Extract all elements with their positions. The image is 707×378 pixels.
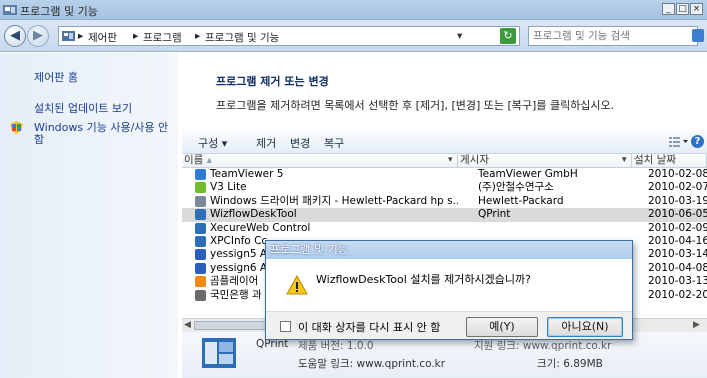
task-windows-features-cont[interactable]: 함 xyxy=(34,131,44,147)
title-bar: 프로그램 및 기능 _ □ × xyxy=(0,0,707,20)
program-icon xyxy=(195,289,206,301)
no-button[interactable]: 아니요(N) xyxy=(547,317,623,337)
program-icon xyxy=(195,209,206,221)
control-panel-icon xyxy=(62,30,75,45)
page-title: 프로그램 제거 또는 변경 xyxy=(216,75,329,88)
breadcrumb-separator: ▸ xyxy=(195,30,201,42)
task-windows-features[interactable]: Windows 기능 사용/사용 안 xyxy=(34,119,168,135)
uninstall-button[interactable]: 제거 xyxy=(256,135,276,151)
search-box[interactable] xyxy=(528,26,698,46)
window-title: 프로그램 및 기능 xyxy=(20,5,98,18)
confirm-dialog: 프로그램 및 기능 WizflowDeskTool 설치를 제거하시겠습니까? … xyxy=(265,240,633,340)
warning-icon xyxy=(286,274,308,298)
breadcrumb-programs-features[interactable]: 프로그램 및 기능 xyxy=(205,30,279,45)
table-row[interactable]: Windows 드라이버 패키지 - Hewlett-Packard hp s.… xyxy=(182,195,707,208)
cell-name: V3 Lite xyxy=(210,181,247,194)
cell-install-date: 2010-03-14 xyxy=(648,248,707,261)
cell-install-date: 2010-06-05 xyxy=(648,208,707,221)
back-button[interactable]: ◀ xyxy=(4,25,26,47)
program-icon xyxy=(195,222,206,234)
breadcrumb[interactable]: ▸ 제어판 ▸ 프로그램 ▸ 프로그램 및 기능 ▾ xyxy=(58,26,520,46)
dialog-body: WizflowDeskTool 설치를 제거하시겠습니까? xyxy=(266,259,632,311)
column-header-name[interactable]: 이름 ▴ ▾ xyxy=(182,154,458,168)
cell-install-date: 2010-03-13 xyxy=(648,275,707,288)
organize-button[interactable]: 구성 ▾ xyxy=(198,135,227,151)
table-row[interactable]: XecureWeb Control 2010-02-09 xyxy=(182,222,707,235)
cell-name: WizflowDeskTool xyxy=(210,208,297,221)
address-bar: ◀ ▶ ▸ 제어판 ▸ 프로그램 ▸ 프로그램 및 기능 ▾ ↻ xyxy=(0,20,707,52)
cell-install-date: 2010-02-20 xyxy=(648,288,707,301)
dialog-message: WizflowDeskTool 설치를 제거하시겠습니까? xyxy=(316,273,531,286)
program-icon xyxy=(195,262,206,274)
cell-name: XecureWeb Control xyxy=(210,221,311,234)
cell-install-date: 2010-02-09 xyxy=(648,221,707,234)
program-icon xyxy=(195,236,206,247)
cell-install-date: 2010-04-08 xyxy=(648,261,707,274)
cell-name: Windows 드라이버 패키지 - Hewlett-Packard hp s.… xyxy=(210,194,458,207)
table-row[interactable]: TeamViewer 5 TeamViewer GmbH 2010-02-08 xyxy=(182,168,707,181)
programs-window-icon xyxy=(3,3,17,16)
repair-button[interactable]: 복구 xyxy=(324,135,344,151)
cell-publisher: QPrint xyxy=(478,208,511,221)
column-header-install-date[interactable]: ▾ 설치 날짜 xyxy=(622,154,707,168)
program-large-icon xyxy=(202,336,236,373)
task-view-installed-updates[interactable]: 설치된 업데이트 보기 xyxy=(34,100,132,116)
program-icon xyxy=(195,182,206,194)
view-options-icon[interactable] xyxy=(669,136,689,151)
details-version: 제품 버전: 1.0.0 xyxy=(298,340,374,352)
program-icon xyxy=(195,195,206,207)
dialog-title: 프로그램 및 기능 xyxy=(266,241,632,259)
shield-icon xyxy=(10,121,23,137)
breadcrumb-separator: ▸ xyxy=(78,30,84,42)
yes-button[interactable]: 예(Y) xyxy=(466,317,538,337)
minimize-button[interactable]: _ xyxy=(662,3,675,15)
breadcrumb-separator: ▸ xyxy=(133,30,139,42)
dont-show-label: 이 대화 상자를 다시 표시 안 함 xyxy=(298,321,441,334)
address-dropdown-icon[interactable]: ▾ xyxy=(457,30,462,42)
cell-install-date: 2010-02-08 xyxy=(648,168,707,180)
refresh-button[interactable]: ↻ xyxy=(500,28,516,44)
close-button[interactable]: × xyxy=(690,3,703,15)
scroll-left-icon[interactable]: ◀ xyxy=(184,320,191,330)
command-bar: 구성 ▾ 제거 변경 복구 ? xyxy=(182,130,707,154)
cell-name: TeamViewer 5 xyxy=(210,168,284,180)
details-size: 크기: 6.89MB xyxy=(537,358,603,370)
cell-install-date: 2010-04-16 xyxy=(648,235,707,247)
task-pane: 제어판 홈 설치된 업데이트 보기 Windows 기능 사용/사용 안 함 xyxy=(0,53,178,378)
maximize-button[interactable]: □ xyxy=(676,3,689,15)
cell-publisher: (주)안철수연구소 xyxy=(478,181,554,194)
program-icon xyxy=(195,169,206,180)
cell-publisher: Hewlett-Packard xyxy=(478,194,564,207)
cell-install-date: 2010-03-19 xyxy=(648,194,707,207)
breadcrumb-programs[interactable]: 프로그램 xyxy=(143,30,182,45)
dont-show-checkbox[interactable] xyxy=(280,321,291,332)
dialog-footer: 이 대화 상자를 다시 표시 안 함 예(Y) 아니요(N) xyxy=(266,311,632,339)
forward-button[interactable]: ▶ xyxy=(27,25,49,47)
table-row[interactable]: WizflowDeskTool QPrint 2010-06-05 xyxy=(182,208,707,222)
help-icon[interactable]: ? xyxy=(691,135,704,148)
scroll-right-icon[interactable]: ▶ xyxy=(693,320,700,330)
program-icon xyxy=(195,249,206,261)
breadcrumb-control-panel[interactable]: 제어판 xyxy=(88,30,117,45)
search-input[interactable] xyxy=(529,27,679,45)
cell-install-date: 2010-02-07 xyxy=(648,181,707,194)
cell-publisher: TeamViewer GmbH xyxy=(478,168,578,180)
column-header-publisher[interactable]: 게시자 ▾ xyxy=(458,154,632,168)
program-icon xyxy=(195,276,206,288)
table-row[interactable]: V3 Lite (주)안철수연구소 2010-02-07 xyxy=(182,181,707,194)
page-description: 프로그램을 제거하려면 목록에서 선택한 후 [제거], [변경] 또는 [복구… xyxy=(216,99,615,112)
search-icon[interactable] xyxy=(692,29,704,42)
task-control-panel-home[interactable]: 제어판 홈 xyxy=(34,69,78,85)
change-button[interactable]: 변경 xyxy=(290,135,310,151)
details-support-link[interactable]: 지원 링크: www.qprint.co.kr xyxy=(474,338,611,353)
details-help-link[interactable]: 도움말 링크: www.qprint.co.kr xyxy=(298,356,445,371)
